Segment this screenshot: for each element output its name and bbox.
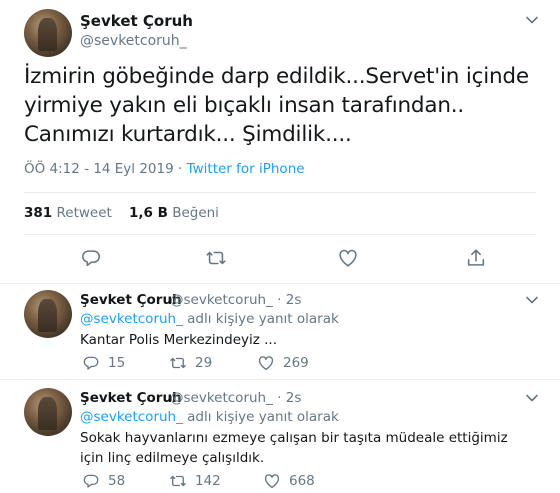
like-count[interactable]: 1,6 B [129, 205, 168, 221]
divider [24, 234, 536, 235]
reply-text: Sokak hayvanlarını ezmeye çalışan bir ta… [80, 430, 508, 466]
tweet-source[interactable]: Twitter for iPhone [187, 161, 305, 177]
reply-icon [83, 474, 99, 488]
retweet-button[interactable]: 142 [169, 472, 221, 490]
like-label[interactable]: Beğeni [172, 205, 219, 221]
reply-button[interactable]: 15 [82, 354, 125, 372]
reply-age[interactable]: · 2s [277, 292, 301, 308]
tweet-actions [0, 247, 560, 271]
like-icon [258, 356, 274, 371]
retweet-icon[interactable] [205, 247, 227, 269]
reply-mention[interactable]: @sevketcoruh_ [80, 409, 183, 425]
author-handle: @sevketcoruh_ · 2s [170, 390, 301, 406]
like-button[interactable]: 269 [257, 354, 309, 372]
author-handle[interactable]: @sevketcoruh_ [80, 33, 187, 49]
avatar[interactable] [24, 388, 72, 436]
tweet-meta: ÖÖ 4:12 - 14 Eyl 2019 · Twitter for iPho… [24, 161, 305, 177]
like-icon[interactable] [337, 247, 359, 269]
caret-down-icon[interactable] [524, 292, 540, 308]
share-icon[interactable] [465, 247, 487, 269]
reply-tweet[interactable]: Şevket Çoruh @sevketcoruh_ · 2s @sevketc… [0, 380, 560, 493]
avatar[interactable] [24, 290, 72, 338]
tweet-time[interactable]: ÖÖ 4:12 - 14 Eyl 2019 [24, 161, 174, 177]
caret-down-icon[interactable] [524, 12, 540, 28]
reply-mention[interactable]: @sevketcoruh_ [80, 311, 183, 327]
reply-tweet[interactable]: Şevket Çoruh @sevketcoruh_ · 2s @sevketc… [0, 284, 560, 380]
reply-icon [83, 356, 99, 370]
reply-count: 15 [108, 355, 126, 371]
retweet-count: 142 [195, 473, 221, 489]
author-handle: @sevketcoruh_ · 2s [170, 292, 301, 308]
like-icon [264, 474, 280, 489]
author-name[interactable]: Şevket Çoruh [80, 390, 182, 406]
retweet-count: 29 [195, 355, 213, 371]
main-tweet: Şevket Çoruh @sevketcoruh_ İzmirin göbeğ… [0, 0, 560, 284]
reply-suffix: adlı kişiye yanıt olarak [182, 409, 339, 425]
reply-suffix: adlı kişiye yanıt olarak [182, 311, 339, 327]
tweet-stats: 381 Retweet 1,6 B Beğeni [24, 205, 219, 221]
author-handle-text[interactable]: @sevketcoruh_ [170, 292, 273, 308]
reply-count: 58 [108, 473, 126, 489]
author-name[interactable]: Şevket Çoruh [80, 292, 182, 308]
caret-down-icon[interactable] [524, 390, 540, 406]
reply-icon[interactable] [80, 247, 102, 269]
like-count: 269 [283, 355, 309, 371]
meta-separator: · [178, 161, 183, 177]
divider [24, 192, 536, 193]
like-button[interactable]: 668 [263, 472, 315, 490]
reply-button[interactable]: 58 [82, 472, 125, 490]
avatar[interactable] [24, 9, 72, 57]
reply-text: Kantar Polis Merkezindeyiz ... [80, 332, 278, 348]
author-name[interactable]: Şevket Çoruh [80, 12, 193, 30]
retweet-label[interactable]: Retweet [56, 205, 111, 221]
reply-to-line: @sevketcoruh_ adlı kişiye yanıt olarak [80, 409, 339, 425]
retweet-count[interactable]: 381 [24, 205, 52, 221]
like-count: 668 [289, 473, 315, 489]
author-handle-text[interactable]: @sevketcoruh_ [170, 390, 273, 406]
reply-age[interactable]: · 2s [277, 390, 301, 406]
retweet-icon [170, 475, 186, 487]
retweet-icon [170, 357, 186, 369]
reply-to-line: @sevketcoruh_ adlı kişiye yanıt olarak [80, 311, 339, 327]
tweet-text: İzmirin göbeğinde darp edildik...Servet'… [24, 64, 529, 147]
retweet-button[interactable]: 29 [169, 354, 212, 372]
